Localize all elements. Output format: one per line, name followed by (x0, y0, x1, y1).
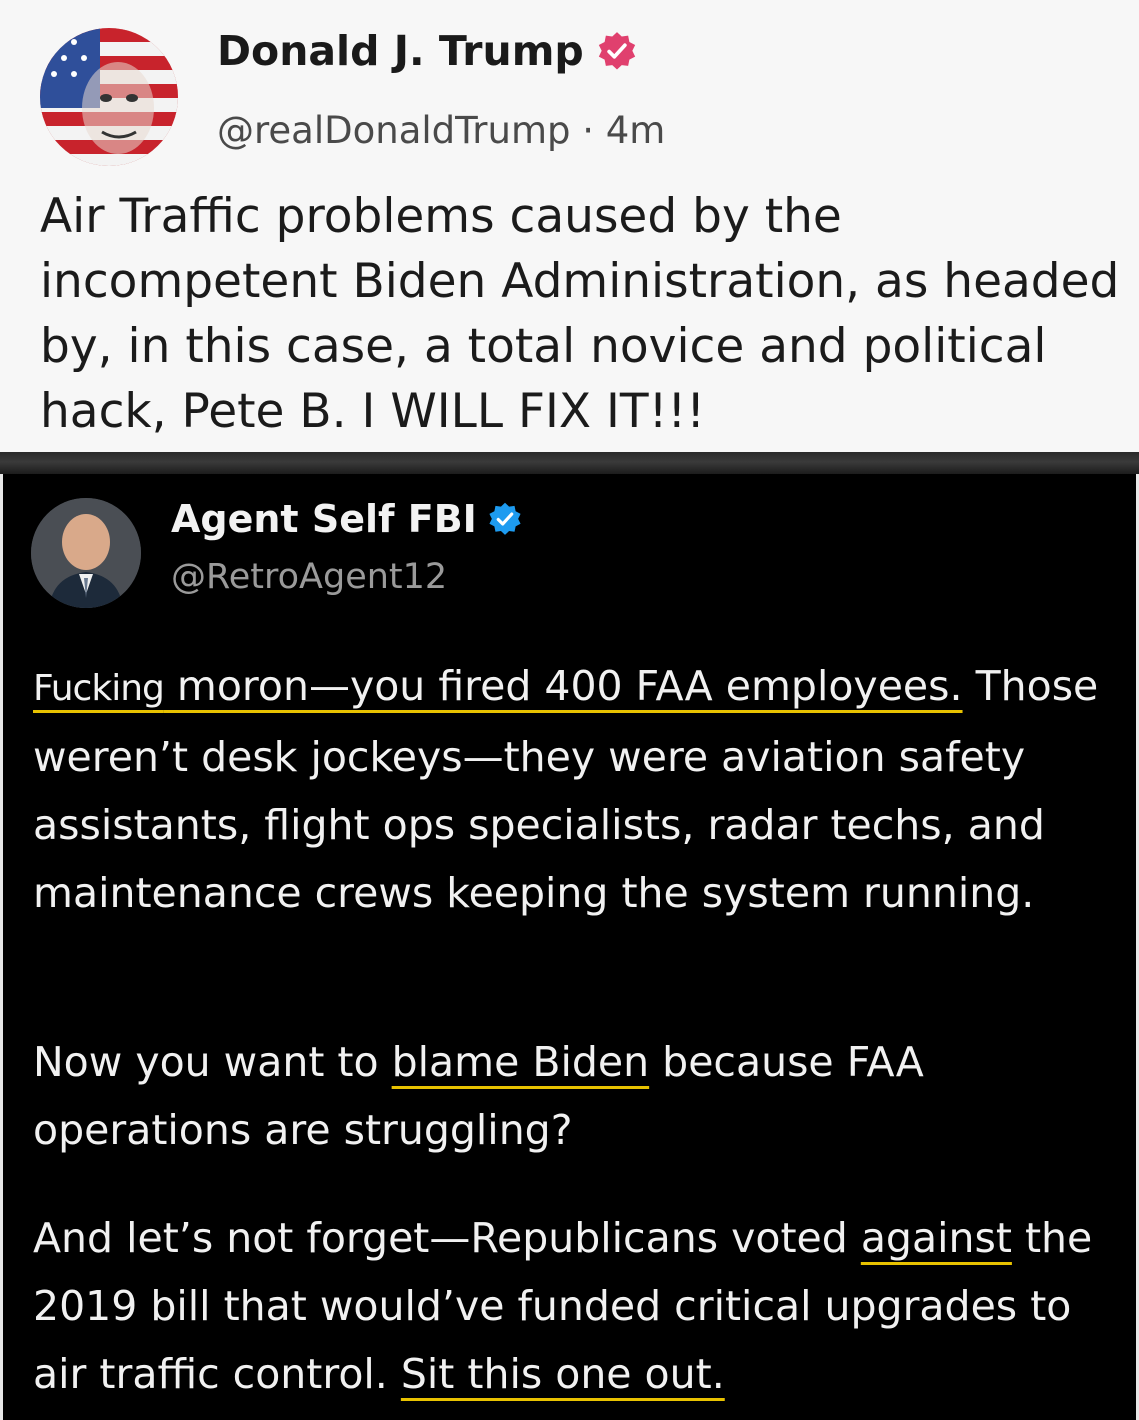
post-card-bottom: Agent Self FBI @RetroAgent12 Fucking mor… (0, 474, 1139, 1420)
avatar-photo[interactable] (31, 498, 141, 608)
reply-paragraph-2: Now you want to blame Biden because FAA … (33, 1028, 1113, 1164)
handle: @RetroAgent12 (171, 557, 448, 597)
author-row: Donald J. Trump (217, 30, 638, 72)
underlined-phrase-blame-biden: blame Biden (391, 1038, 650, 1086)
verified-badge-icon (489, 502, 521, 535)
post-card-top: Donald J. Trump @realDonaldTrump · 4m Ai… (0, 0, 1139, 452)
text-segment: And let’s not forget—Republicans voted (33, 1214, 861, 1262)
underlined-phrase-against: against (860, 1214, 1012, 1262)
avatar-image (40, 28, 178, 166)
screenshot-collage: Donald J. Trump @realDonaldTrump · 4m Ai… (0, 0, 1139, 1420)
underlined-phrase-sit-out: Sit this one out. (400, 1350, 725, 1398)
censored-word: Fucking (33, 668, 165, 709)
avatar-image (31, 498, 141, 608)
author-row: Agent Self FBI (171, 500, 523, 538)
text-segment: Now you want to (33, 1038, 392, 1086)
post-text: Air Traffic problems caused by the incom… (40, 189, 1120, 439)
text-segment: moron—you fired 400 FAA employees. (163, 662, 963, 710)
underlined-phrase-fired: Fucking moron—you fired 400 FAA employee… (33, 662, 963, 710)
display-name[interactable]: Donald J. Trump (217, 30, 584, 72)
verified-badge-icon (598, 32, 635, 70)
reply-paragraph-3: And let’s not forget—Republicans voted a… (33, 1204, 1113, 1408)
separator-band (0, 452, 1139, 474)
display-name[interactable]: Agent Self FBI (171, 500, 477, 538)
handle-and-time: @realDonaldTrump · 4m (217, 109, 666, 152)
avatar-flag-portrait[interactable] (40, 28, 178, 166)
reply-paragraph-1: Fucking moron—you fired 400 FAA employee… (33, 652, 1113, 927)
